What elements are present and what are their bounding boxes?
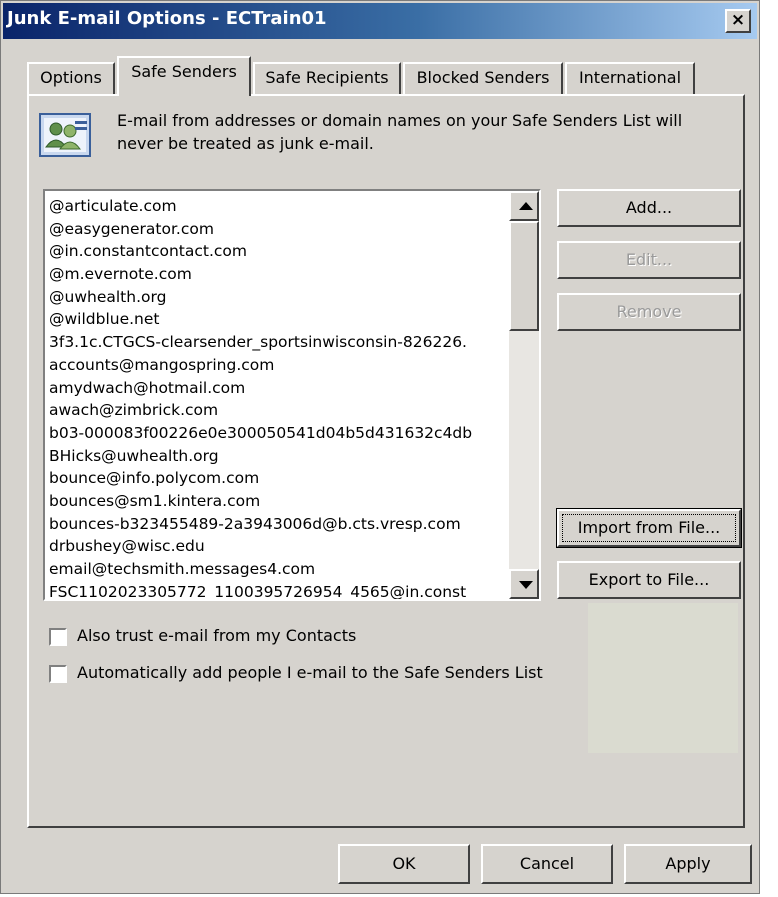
list-item[interactable]: b03-000083f00226e0e300050541d04b5d431632… xyxy=(49,422,511,445)
arrow-down-icon xyxy=(519,581,533,589)
list-item[interactable]: BHicks@uwhealth.org xyxy=(49,445,511,468)
add-button[interactable]: Add... xyxy=(557,189,741,227)
list-items: @articulate.com @easygenerator.com @in.c… xyxy=(49,195,511,599)
tab-safe-recipients[interactable]: Safe Recipients xyxy=(253,62,401,94)
safe-senders-list[interactable]: @articulate.com @easygenerator.com @in.c… xyxy=(43,189,541,601)
trust-contacts-checkbox[interactable] xyxy=(49,628,67,646)
tab-options[interactable]: Options xyxy=(27,62,115,94)
contacts-icon xyxy=(39,113,91,157)
import-from-file-button[interactable]: Import from File... xyxy=(556,508,742,548)
side-panel xyxy=(588,603,738,753)
list-item[interactable]: email@techsmith.messages4.com xyxy=(49,558,511,581)
list-item[interactable]: amydwach@hotmail.com xyxy=(49,377,511,400)
arrow-up-icon xyxy=(519,202,533,210)
list-item[interactable]: awach@zimbrick.com xyxy=(49,399,511,422)
tab-international[interactable]: International xyxy=(565,62,695,94)
export-to-file-button[interactable]: Export to File... xyxy=(557,561,741,599)
trust-contacts-label[interactable]: Also trust e-mail from my Contacts xyxy=(77,626,356,645)
list-item[interactable]: accounts@mangospring.com xyxy=(49,354,511,377)
cancel-button[interactable]: Cancel xyxy=(481,844,613,884)
tab-safe-senders[interactable]: Safe Senders xyxy=(117,56,251,96)
list-item[interactable]: @easygenerator.com xyxy=(49,218,511,241)
auto-add-checkbox[interactable] xyxy=(49,665,67,683)
info-text-line1: E-mail from addresses or domain names on… xyxy=(117,111,683,130)
window-title: Junk E-mail Options - ECTrain01 xyxy=(7,8,327,29)
remove-button[interactable]: Remove xyxy=(557,293,741,331)
list-item[interactable]: @in.constantcontact.com xyxy=(49,240,511,263)
focus-rect xyxy=(562,514,736,542)
close-icon: × xyxy=(730,10,746,30)
list-item[interactable]: @articulate.com xyxy=(49,195,511,218)
ok-button[interactable]: OK xyxy=(338,844,470,884)
title-bar[interactable]: Junk E-mail Options - ECTrain01 × xyxy=(3,3,757,39)
scroll-down-button[interactable] xyxy=(509,569,539,599)
list-item[interactable]: bounce@info.polycom.com xyxy=(49,467,511,490)
list-item[interactable]: drbushey@wisc.edu xyxy=(49,535,511,558)
list-item[interactable]: bounces-b323455489-2a3943006d@b.cts.vres… xyxy=(49,513,511,536)
info-text: E-mail from addresses or domain names on… xyxy=(117,109,717,155)
apply-button[interactable]: Apply xyxy=(624,844,752,884)
list-scrollbar[interactable] xyxy=(509,191,539,599)
tab-blocked-senders[interactable]: Blocked Senders xyxy=(403,62,563,94)
list-item[interactable]: FSC1102023305772_1100395726954_4565@in.c… xyxy=(49,581,511,599)
junk-email-options-dialog: Junk E-mail Options - ECTrain01 × Option… xyxy=(0,0,760,894)
info-text-line2: never be treated as junk e-mail. xyxy=(117,134,374,153)
auto-add-label[interactable]: Automatically add people I e-mail to the… xyxy=(77,663,543,682)
list-item[interactable]: @uwhealth.org xyxy=(49,286,511,309)
edit-button[interactable]: Edit... xyxy=(557,241,741,279)
list-item[interactable]: @wildblue.net xyxy=(49,308,511,331)
list-item[interactable]: 3f3.1c.CTGCS-clearsender_sportsinwiscons… xyxy=(49,331,511,354)
list-item[interactable]: bounces@sm1.kintera.com xyxy=(49,490,511,513)
scroll-thumb[interactable] xyxy=(509,221,539,331)
list-item[interactable]: @m.evernote.com xyxy=(49,263,511,286)
scroll-up-button[interactable] xyxy=(509,191,539,221)
close-button[interactable]: × xyxy=(725,9,751,33)
